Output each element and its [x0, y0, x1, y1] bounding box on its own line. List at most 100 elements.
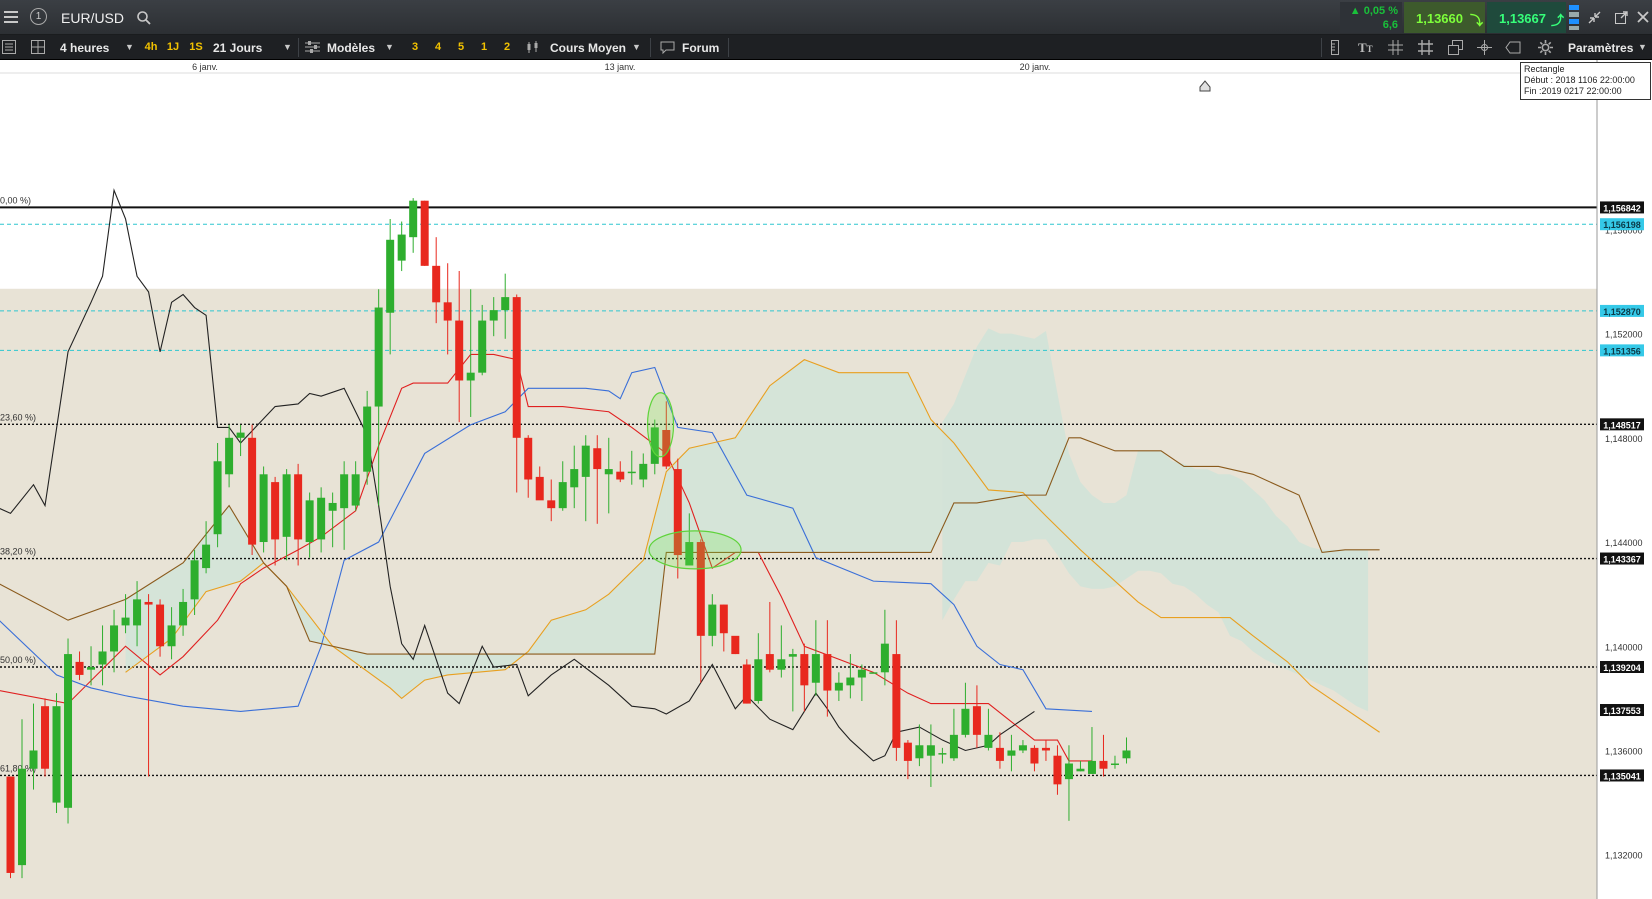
model-button-3[interactable]: 3 — [406, 39, 424, 56]
candle-body — [409, 200, 418, 238]
candle-body — [777, 659, 786, 670]
candle-body — [121, 617, 130, 626]
chevron-down-icon[interactable]: ▼ — [1638, 42, 1647, 52]
candle-body — [627, 471, 636, 474]
chevron-down-icon[interactable]: ▼ — [283, 42, 292, 52]
fibonacci-label: 23,60 %) — [0, 412, 36, 422]
gear-icon[interactable] — [1538, 40, 1553, 55]
candle-body — [995, 747, 1004, 761]
y-tick-label: 1,140000 — [1605, 642, 1643, 652]
change-points: 6,6 — [1382, 19, 1398, 31]
grid-icon[interactable] — [1388, 40, 1403, 55]
symbol-label[interactable]: EUR/USD — [61, 10, 124, 26]
collapse-icon[interactable] — [1587, 10, 1602, 25]
tooltip-start: Début : 2018 1106 22:00:00 — [1524, 75, 1635, 85]
timeframe-select[interactable]: 4 heures — [60, 41, 109, 55]
candle-body — [1076, 768, 1085, 772]
candle-body — [972, 706, 981, 735]
x-tick-label: 13 janv. — [605, 62, 636, 72]
bid-value: 1,13660 — [1416, 11, 1463, 26]
forum-button[interactable]: Forum — [682, 41, 719, 55]
windows-icon[interactable] — [1448, 40, 1463, 55]
candle-body — [179, 601, 188, 626]
tooltip-title: Rectangle — [1524, 64, 1565, 74]
candle-body — [800, 654, 809, 686]
candle-body — [202, 544, 211, 569]
candle-body — [98, 651, 107, 665]
highlight-ellipse — [646, 392, 675, 458]
layout-grid-icon[interactable] — [31, 40, 45, 54]
level-bars-icon[interactable] — [1569, 3, 1581, 32]
settings-button[interactable]: Paramètres — [1568, 41, 1633, 55]
candle-body — [489, 310, 498, 321]
candle-body — [87, 667, 96, 670]
crosshair-grid-icon[interactable] — [1418, 40, 1433, 55]
candle-body — [731, 635, 740, 655]
candle-body — [719, 604, 728, 634]
quick-timeframe-4h[interactable]: 4h — [142, 39, 160, 56]
y-tick-label: 1,144000 — [1605, 538, 1643, 548]
crosshair-icon[interactable] — [1477, 40, 1492, 55]
fibonacci-label: 50,00 %) — [0, 655, 36, 665]
chevron-down-icon[interactable]: ▼ — [125, 42, 134, 52]
candle-body — [190, 560, 199, 600]
model-button-2[interactable]: 2 — [498, 39, 516, 56]
candle-body — [75, 661, 84, 675]
ask-quote[interactable]: 1,13667 ⤴ — [1487, 2, 1566, 33]
chat-bubble-icon[interactable] — [660, 41, 675, 55]
y-tick-label: 1,136000 — [1605, 746, 1643, 756]
label-icon[interactable] — [1505, 41, 1521, 54]
candle-body — [558, 482, 567, 509]
candle-body — [317, 497, 326, 540]
y-tick-label: 1,132000 — [1605, 851, 1643, 861]
separator — [650, 38, 651, 57]
price-type-icon[interactable] — [526, 40, 541, 55]
candle-body — [892, 654, 901, 748]
candle-body — [811, 654, 820, 683]
price-level-value: 1,143367 — [1603, 555, 1641, 565]
candle-body — [915, 745, 924, 759]
model-button-1[interactable]: 1 — [475, 39, 493, 56]
candle-body — [110, 625, 119, 652]
rectangle-tooltip: Rectangle Début : 2018 1106 22:00:00 Fin… — [1520, 62, 1651, 100]
candle-body — [156, 604, 165, 647]
hamburger-icon[interactable] — [4, 10, 18, 23]
candle-body — [52, 706, 61, 803]
popout-icon[interactable] — [1614, 10, 1629, 25]
sliders-icon[interactable] — [305, 40, 320, 54]
models-menu[interactable]: Modèles — [327, 41, 375, 55]
candle-body — [420, 200, 429, 266]
info-badge[interactable]: 1 — [30, 8, 47, 25]
candle-body — [880, 643, 889, 673]
period-select[interactable]: 21 Jours — [213, 41, 262, 55]
price-level-value: 1,135041 — [1603, 771, 1641, 781]
text-size-icon[interactable]: TT — [1358, 40, 1373, 56]
candle-body — [29, 750, 38, 769]
price-level-value: 1,148517 — [1603, 420, 1641, 430]
quick-timeframe-1s[interactable]: 1S — [187, 39, 205, 56]
candle-body — [1053, 755, 1062, 785]
price-type-select[interactable]: Cours Moyen — [550, 41, 626, 55]
chevron-down-icon[interactable]: ▼ — [632, 42, 641, 52]
candle-body — [167, 625, 176, 647]
time-axis-band — [0, 60, 1597, 73]
candle-body — [604, 469, 613, 475]
candlestick-chart[interactable]: 0,00 %)23,60 %)38,20 %)50,00 %)61,80 %)6… — [0, 60, 1652, 899]
candle-body — [961, 708, 970, 735]
candle-body — [432, 265, 441, 303]
chevron-down-icon[interactable]: ▼ — [385, 42, 394, 52]
candle-body — [788, 654, 797, 657]
close-icon[interactable] — [1636, 10, 1650, 24]
candle-body — [213, 461, 222, 535]
bid-quote[interactable]: 1,13660 ⤵ — [1404, 2, 1485, 33]
candle-body — [857, 669, 866, 678]
model-button-4[interactable]: 4 — [429, 39, 447, 56]
candle-body — [397, 234, 406, 261]
ruler-icon[interactable] — [1328, 40, 1342, 55]
quick-timeframe-1j[interactable]: 1J — [164, 39, 182, 56]
search-icon[interactable] — [136, 10, 152, 26]
list-icon[interactable] — [2, 40, 16, 54]
change-percent: ▲ 0,05 % — [1349, 5, 1398, 17]
model-button-5[interactable]: 5 — [452, 39, 470, 56]
price-level-value: 1,139204 — [1603, 663, 1641, 673]
